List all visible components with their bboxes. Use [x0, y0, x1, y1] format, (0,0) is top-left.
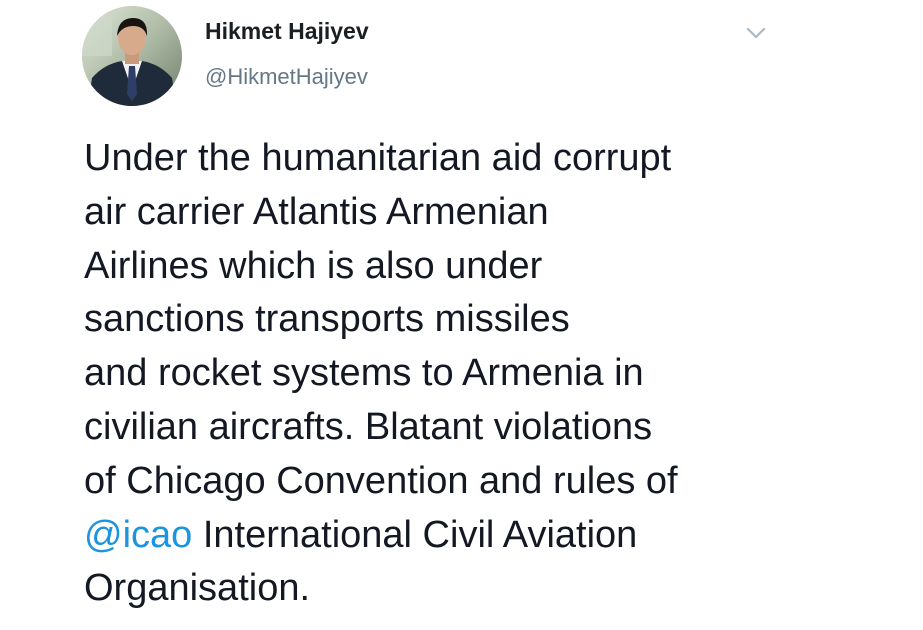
tweet-text-segment: International Civil Aviation — [192, 513, 638, 556]
tweet-text-line: of Chicago Convention and rules of — [84, 459, 678, 502]
tweet-text-line: and rocket systems to Armenia in — [84, 352, 644, 395]
profile-photo-icon — [82, 6, 182, 106]
tweet-text-line: Airlines which is also under — [84, 244, 543, 287]
tweet-text-line: air carrier Atlantis Armenian — [84, 190, 549, 233]
tweet-text-line: @icao International Civil Aviation — [84, 509, 884, 563]
tweet-text-line: Organisation. — [84, 567, 311, 610]
author-display-name[interactable]: Hikmet Hajiyev — [205, 18, 369, 45]
tweet-text-line: Under the humanitarian aid corrupt — [84, 137, 672, 179]
icao-mention-link[interactable]: @icao — [84, 514, 192, 556]
tweet-card: Hikmet Hajiyev @HikmetHajiyev Under the … — [0, 0, 923, 630]
tweet-menu-button[interactable] — [738, 18, 774, 48]
tweet-text-line: civilian aircrafts. Blatant violations — [84, 405, 653, 448]
author-avatar[interactable] — [82, 6, 182, 106]
author-handle[interactable]: @HikmetHajiyev — [205, 64, 368, 90]
chevron-down-icon — [746, 27, 766, 39]
tweet-text-line: sanctions transports missiles — [84, 298, 570, 341]
tweet-text: Under the humanitarian aid corrupt air c… — [84, 132, 884, 616]
